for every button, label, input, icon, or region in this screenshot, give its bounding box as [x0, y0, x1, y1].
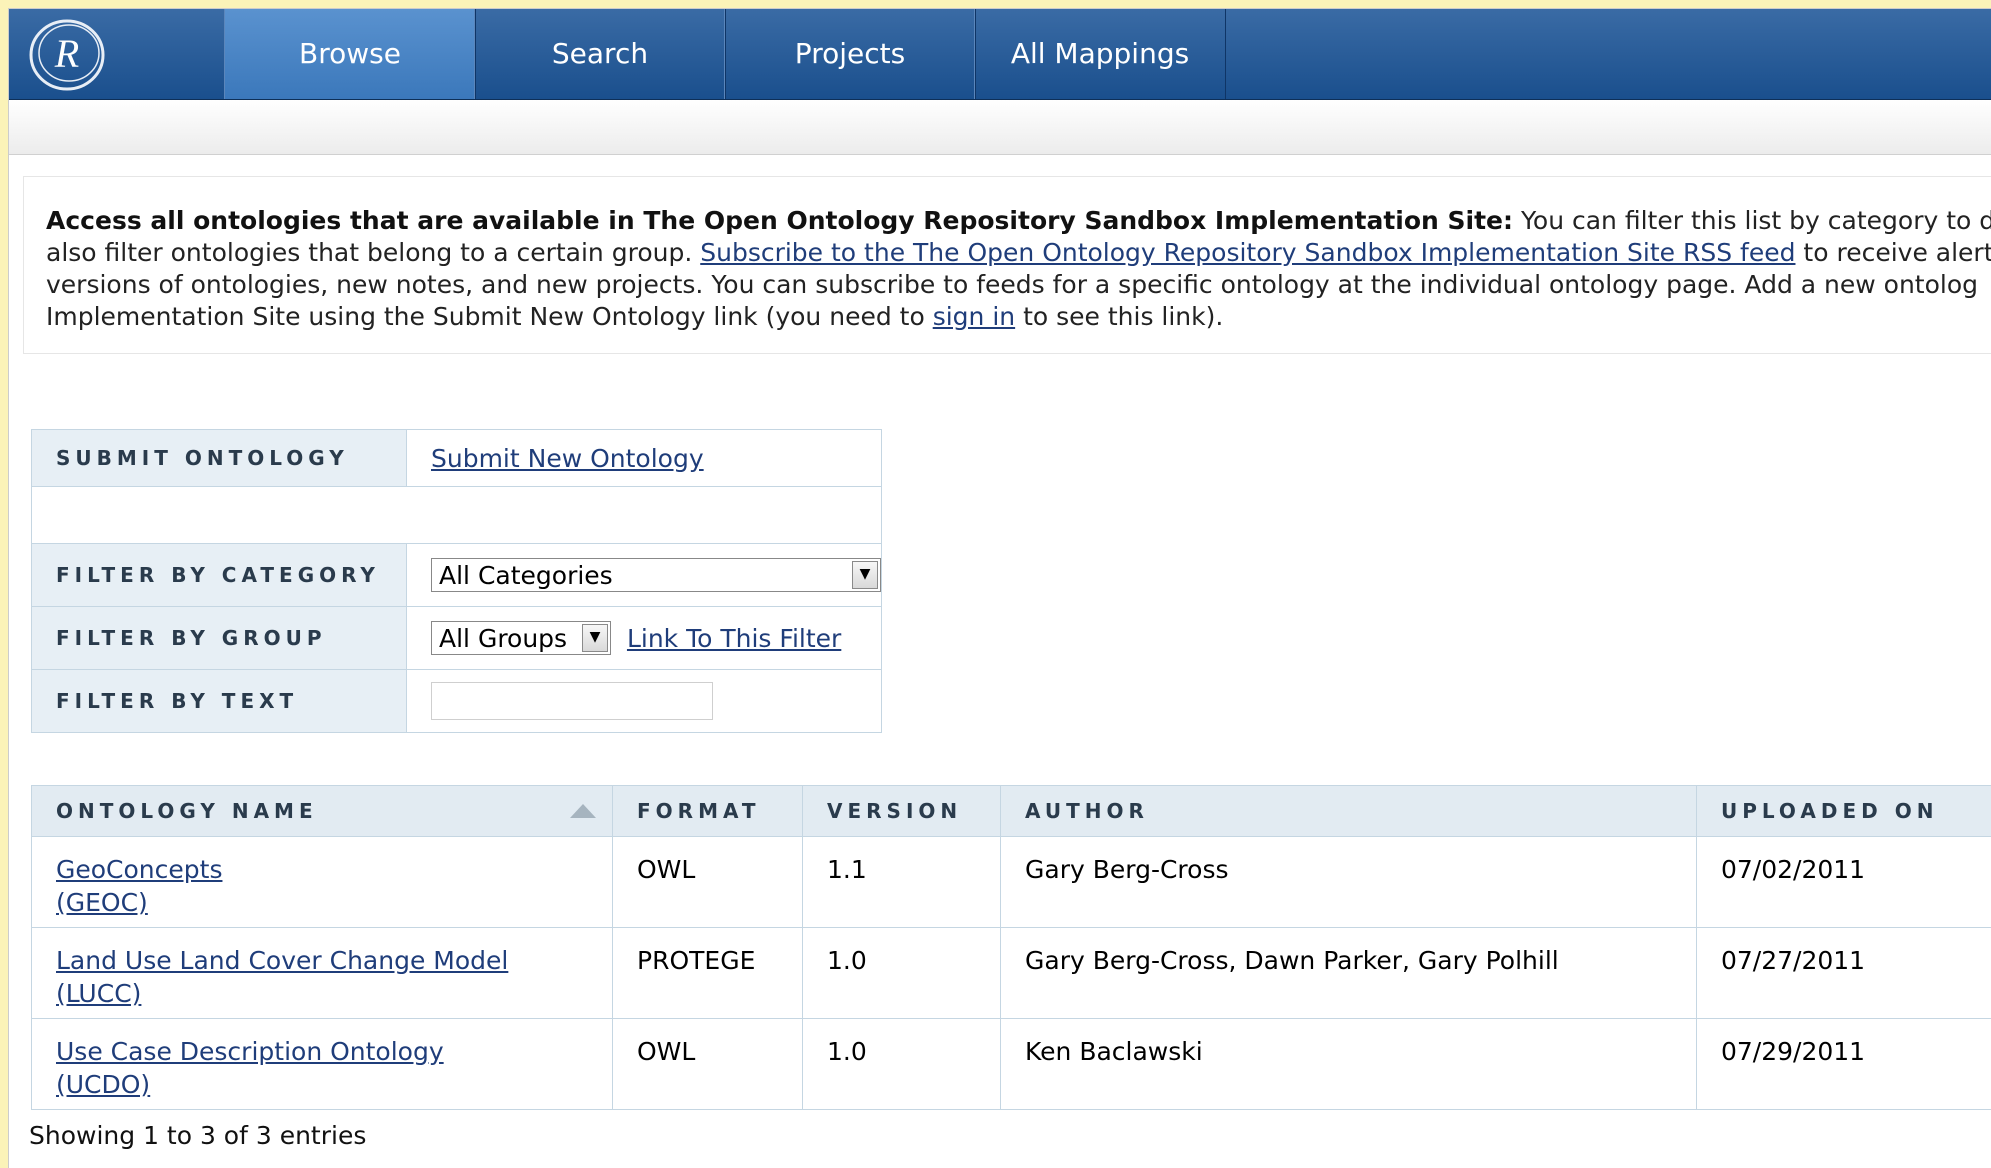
header-uploaded-on[interactable]: UPLOADED ON	[1697, 786, 1991, 837]
sign-in-link[interactable]: sign in	[933, 302, 1015, 331]
submit-new-ontology-link[interactable]: Submit New Ontology	[431, 444, 704, 473]
filter-spacer	[32, 487, 882, 544]
table-row: GeoConcepts (GEOC) OWL 1.1 Gary Berg-Cros…	[32, 837, 1991, 928]
group-select[interactable]: All Groups ▼	[431, 621, 611, 655]
text-filter-cell	[407, 670, 882, 733]
tab-projects[interactable]: Projects	[724, 9, 976, 99]
ontology-abbr-link[interactable]: (GEOC)	[56, 888, 148, 917]
filter-category-label: FILTER BY CATEGORY	[32, 544, 407, 607]
tab-search[interactable]: Search	[474, 9, 726, 99]
ontology-abbr-link[interactable]: (LUCC)	[56, 979, 141, 1008]
top-navigation: R Browse Search Projects All Mappings	[9, 9, 1991, 100]
browser-page: R Browse Search Projects All Mappings Ac…	[8, 8, 1991, 1168]
sort-ascending-icon	[570, 804, 596, 818]
header-format[interactable]: FORMAT	[613, 786, 803, 837]
category-select-value: All Categories	[439, 561, 613, 590]
tab-all-mappings[interactable]: All Mappings	[974, 9, 1226, 99]
intro-text-3: to receive alert	[1795, 238, 1991, 267]
intro-text-1: You can filter this list by category to …	[1513, 206, 1991, 235]
uploaded-cell: 07/29/2011	[1697, 1019, 1991, 1110]
format-cell: OWL	[613, 1019, 803, 1110]
intro-text-2: also filter ontologies that belong to a …	[46, 238, 700, 267]
filter-text-input[interactable]	[431, 682, 713, 720]
category-cell: All Categories ▼	[407, 544, 882, 607]
rss-feed-link[interactable]: Subscribe to the The Open Ontology Repos…	[700, 238, 1795, 267]
intro-text-5: Implementation Site using the Submit New…	[46, 302, 933, 331]
filter-table: SUBMIT ONTOLOGY Submit New Ontology FILT…	[31, 429, 882, 733]
author-cell: Gary Berg-Cross	[1001, 837, 1697, 928]
author-cell: Ken Baclawski	[1001, 1019, 1697, 1110]
ontology-name-link[interactable]: GeoConcepts	[56, 855, 222, 884]
version-cell: 1.0	[803, 928, 1001, 1019]
header-author[interactable]: AUTHOR	[1001, 786, 1697, 837]
tab-browse[interactable]: Browse	[224, 9, 476, 99]
table-row: Land Use Land Cover Change Model (LUCC) P…	[32, 928, 1991, 1019]
header-ontology-name-label: ONTOLOGY NAME	[56, 799, 318, 823]
header-ontology-name[interactable]: ONTOLOGY NAME	[32, 786, 613, 837]
ontology-abbr-link[interactable]: (UCDO)	[56, 1070, 150, 1099]
intro-text-4: versions of ontologies, new notes, and n…	[46, 270, 1978, 299]
submit-cell: Submit New Ontology	[407, 430, 882, 487]
ontology-name-cell: GeoConcepts (GEOC)	[32, 837, 613, 928]
author-cell: Gary Berg-Cross, Dawn Parker, Gary Polhi…	[1001, 928, 1697, 1019]
ontology-name-link[interactable]: Land Use Land Cover Change Model	[56, 946, 508, 975]
svg-text:R: R	[54, 31, 79, 76]
intro-heading: Access all ontologies that are available…	[46, 206, 1513, 235]
intro-panel: Access all ontologies that are available…	[23, 176, 1991, 354]
uploaded-cell: 07/27/2011	[1697, 928, 1991, 1019]
ontology-name-link[interactable]: Use Case Description Ontology	[56, 1037, 444, 1066]
link-to-this-filter[interactable]: Link To This Filter	[627, 624, 841, 653]
ontology-table: ONTOLOGY NAME FORMAT VERSION AUTHOR UPLO…	[31, 785, 1991, 1110]
ontology-name-cell: Use Case Description Ontology (UCDO)	[32, 1019, 613, 1110]
chevron-down-icon: ▼	[852, 561, 878, 589]
group-select-value: All Groups	[439, 624, 567, 653]
submit-ontology-label: SUBMIT ONTOLOGY	[32, 430, 407, 487]
version-cell: 1.0	[803, 1019, 1001, 1110]
format-cell: OWL	[613, 837, 803, 928]
format-cell: PROTEGE	[613, 928, 803, 1019]
ontology-name-cell: Land Use Land Cover Change Model (LUCC)	[32, 928, 613, 1019]
intro-text: Access all ontologies that are available…	[24, 177, 1991, 333]
intro-text-6: to see this link).	[1015, 302, 1223, 331]
filter-text-label: FILTER BY TEXT	[32, 670, 407, 733]
table-row: Use Case Description Ontology(UCDO) OWL …	[32, 1019, 1991, 1110]
repository-logo[interactable]: R	[27, 15, 107, 95]
filter-group-label: FILTER BY GROUP	[32, 607, 407, 670]
uploaded-cell: 07/02/2011	[1697, 837, 1991, 928]
version-cell: 1.1	[803, 837, 1001, 928]
table-info: Showing 1 to 3 of 3 entries	[29, 1121, 366, 1150]
chevron-down-icon: ▼	[582, 624, 608, 652]
category-select[interactable]: All Categories ▼	[431, 558, 881, 592]
group-cell: All Groups ▼ Link To This Filter	[407, 607, 882, 670]
header-version[interactable]: VERSION	[803, 786, 1001, 837]
sub-navigation-bar	[9, 100, 1991, 155]
